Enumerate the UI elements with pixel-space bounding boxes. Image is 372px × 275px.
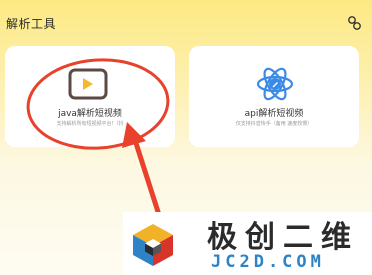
card-description: 仅支持抖音快手（备用 速度较慢） xyxy=(235,121,313,127)
card-title: api解析短视频 xyxy=(244,109,304,119)
card-title: java解析短视频 xyxy=(58,109,122,119)
api-parse-card[interactable]: api解析短视频 仅支持抖音快手（备用 速度较慢） xyxy=(189,46,359,147)
video-play-icon xyxy=(68,68,108,100)
java-parse-card[interactable]: java解析短视频 支持解析所有短视频平台!（抖 xyxy=(5,46,175,147)
atom-icon xyxy=(256,67,294,101)
card-description: 支持解析所有短视频平台!（抖 xyxy=(56,121,124,127)
watermark: 极创二维 JC2D.COM xyxy=(123,212,372,275)
page-title: 解析工具 xyxy=(6,17,57,31)
cube-logo-icon xyxy=(133,224,173,266)
watermark-cn: 极创二维 xyxy=(207,220,359,255)
top-bar: 解析工具 xyxy=(0,0,372,44)
watermark-en: JC2D.COM xyxy=(211,252,325,272)
settings-nodes-icon[interactable] xyxy=(346,14,364,32)
pointer-arrow-shaft xyxy=(132,137,163,221)
